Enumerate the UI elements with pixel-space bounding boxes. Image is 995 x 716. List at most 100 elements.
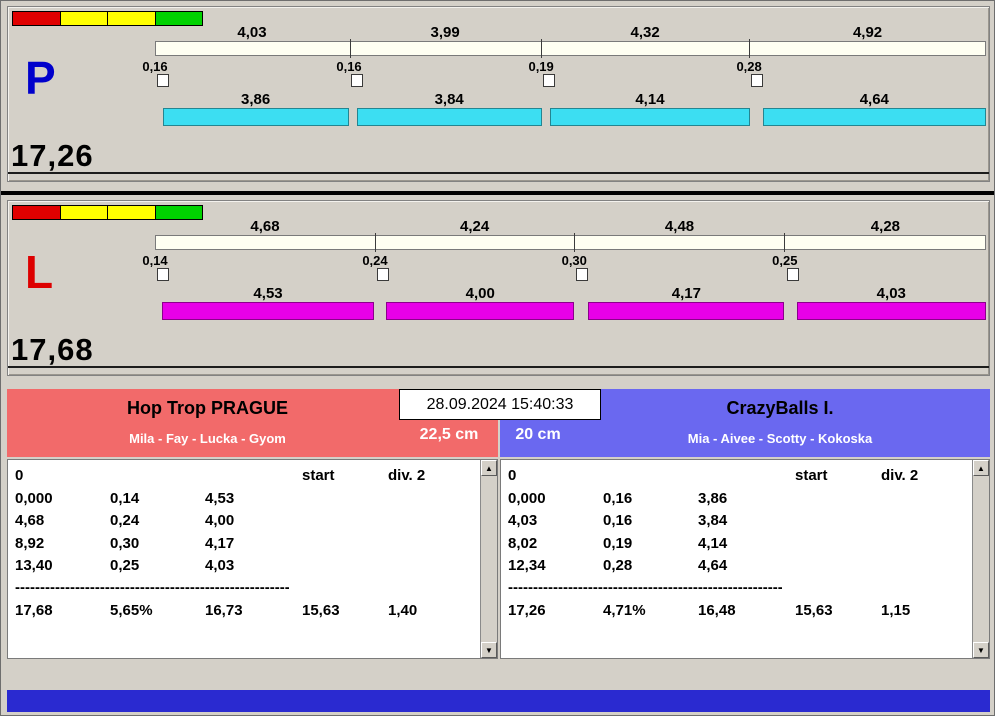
results-content: 0 start div. 2 0,000 0,16 3,86 4,03 0,16 <box>508 465 967 622</box>
run-time-bar <box>386 302 575 320</box>
run-time-cell: 4,00 <box>205 512 235 529</box>
empty-cell <box>795 488 881 511</box>
segment-divider-tick <box>375 233 377 252</box>
empty-cell <box>881 533 967 556</box>
empty-cell <box>205 465 302 488</box>
table-row: 8,02 0,19 4,14 <box>508 533 967 556</box>
empty-cell <box>881 555 967 578</box>
changeover-marker-box <box>786 268 799 281</box>
lane-track: 4,03 3,99 4,32 4,92 0,16 0,16 0,19 0,28 … <box>142 7 986 137</box>
scroll-down-icon: ▼ <box>977 645 985 655</box>
table-summary-row: 17,68 5,65% 16,73 15,63 1,40 <box>15 600 475 623</box>
cumulative-time-bar <box>155 233 986 252</box>
scroll-up-button[interactable]: ▲ <box>973 460 989 476</box>
changeover-cell: 0,19 <box>603 534 633 552</box>
results-table-right[interactable]: 0 start div. 2 0,000 0,16 3,86 4,03 0,16 <box>500 459 990 659</box>
run-time-label: 4,64 <box>859 91 889 108</box>
changeover-time-label: 0,16 <box>336 59 362 74</box>
empty-cell <box>302 555 388 578</box>
segment-divider-tick <box>574 233 576 252</box>
changeover-marker-box <box>157 74 169 87</box>
run-time-label: 4,17 <box>671 285 701 302</box>
scroll-down-button[interactable]: ▼ <box>481 642 497 658</box>
empty-cell <box>881 488 967 511</box>
split-time-label: 4,03 <box>237 24 267 41</box>
changeover-marker-box <box>576 268 589 281</box>
scroll-up-icon: ▲ <box>485 463 493 473</box>
empty-cell <box>388 488 475 511</box>
run-time-label: 3,84 <box>434 91 464 108</box>
timing-app-window: P 4,03 3,99 4,32 4,92 0,16 0,16 0,19 0,2… <box>0 0 995 716</box>
lane-total-time: 17,26 <box>11 138 94 173</box>
run-time-bar <box>161 302 375 320</box>
run-time-bar <box>588 302 785 320</box>
results-table-left[interactable]: 0 start div. 2 0,000 0,14 4,53 4,68 0,24 <box>7 459 498 659</box>
run-time-cell: 4,17 <box>205 534 235 552</box>
changeover-time-label: 0,19 <box>528 59 554 74</box>
bottom-strip <box>7 690 990 712</box>
scrollbar[interactable]: ▲ ▼ <box>480 460 497 658</box>
panel-divider-line <box>8 172 989 174</box>
table-row: 4,03 0,16 3,84 <box>508 510 967 533</box>
total-time-cell: 17,68 <box>15 601 53 619</box>
start-light-red <box>13 12 61 25</box>
segment-divider-tick <box>784 233 786 252</box>
run-time-bar <box>762 108 986 126</box>
panel-divider-line <box>8 366 989 368</box>
table-row: 13,40 0,25 4,03 <box>15 555 475 578</box>
empty-cell <box>881 510 967 533</box>
empty-cell <box>302 533 388 556</box>
changeover-cell: 0,16 <box>603 489 633 507</box>
team-name-left: Hop Trop PRAGUE <box>127 398 288 418</box>
lane-total-time: 17,68 <box>11 332 94 367</box>
start-column-header: start <box>795 467 828 484</box>
start-time-cell: 15,63 <box>302 601 340 619</box>
start-light-yellow-1 <box>60 206 108 219</box>
run-time-label: 4,14 <box>635 91 665 108</box>
changeover-marker-box <box>157 268 169 281</box>
scroll-down-icon: ▼ <box>485 645 493 655</box>
changeover-cell: 0,16 <box>603 512 633 529</box>
table-row: 12,34 0,28 4,64 <box>508 555 967 578</box>
cumulative-time-cell: 4,68 <box>15 512 45 529</box>
changeover-marker-box <box>543 74 556 87</box>
empty-cell <box>388 510 475 533</box>
division-label: div. 2 <box>881 467 919 484</box>
table-header-row: 0 start div. 2 <box>508 465 967 488</box>
cumulative-time-cell: 0,000 <box>508 489 546 507</box>
start-time-cell: 15,63 <box>795 601 833 619</box>
run-time-label: 4,00 <box>465 285 495 302</box>
team-members-left: Mila - Fay - Lucka - Gyom <box>129 431 286 446</box>
jump-height-left: 22,5 cm <box>419 426 479 443</box>
scroll-down-button[interactable]: ▼ <box>973 642 989 658</box>
changeover-cell: 0,14 <box>110 489 140 507</box>
lane-label: P <box>25 52 56 104</box>
scroll-up-button[interactable]: ▲ <box>481 460 497 476</box>
cumulative-time-cell: 8,02 <box>508 534 538 552</box>
lap-counter: 0 <box>15 467 24 484</box>
results-content: 0 start div. 2 0,000 0,14 4,53 4,68 0,24 <box>15 465 475 622</box>
start-light-yellow-1 <box>60 12 108 25</box>
run-time-cell: 4,53 <box>205 489 235 507</box>
start-light-red <box>13 206 61 219</box>
changeover-cell: 0,28 <box>603 557 633 574</box>
changeover-time-label: 0,24 <box>362 253 388 268</box>
net-time-cell: 16,73 <box>205 601 243 619</box>
split-time-label: 4,28 <box>870 218 901 235</box>
cumulative-time-cell: 13,40 <box>15 557 53 574</box>
changeover-cell: 0,30 <box>110 534 140 552</box>
run-time-cell: 4,03 <box>205 557 235 574</box>
scroll-up-icon: ▲ <box>977 463 985 473</box>
lane-panel-p: P 4,03 3,99 4,32 4,92 0,16 0,16 0,19 0,2… <box>7 6 990 182</box>
cumulative-time-bar <box>155 39 986 58</box>
empty-cell <box>698 465 795 488</box>
changeover-marker-box <box>751 74 764 87</box>
team-name-right: CrazyBalls I. <box>726 398 834 418</box>
table-separator: ----------------------------------------… <box>15 578 289 596</box>
scrollbar[interactable]: ▲ ▼ <box>972 460 989 658</box>
changeover-marker-box <box>376 268 389 281</box>
changeover-marker-box <box>351 74 364 87</box>
percent-cell: 5,65% <box>110 601 153 619</box>
table-separator: ----------------------------------------… <box>508 578 782 596</box>
split-time-label: 4,24 <box>460 218 490 235</box>
